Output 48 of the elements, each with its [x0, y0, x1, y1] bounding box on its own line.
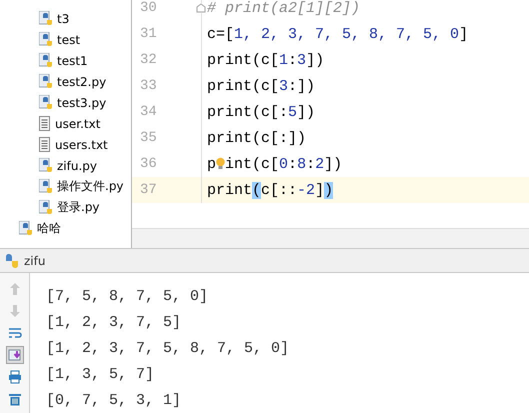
python-file-icon: [39, 10, 53, 26]
code-line: print(c[::-2]): [206, 182, 334, 198]
line-number: 31: [139, 26, 158, 42]
run-tab[interactable]: zifu: [0, 249, 52, 272]
console-output-line: [1, 2, 3, 7, 5]: [46, 313, 182, 333]
code-line: print(c[3:]): [206, 78, 316, 94]
line-number: 32: [139, 52, 158, 68]
python-file-icon: [19, 220, 33, 236]
lightbulb-icon[interactable]: [216, 156, 226, 172]
tree-item[interactable]: test1: [0, 50, 131, 71]
code-line: print(c[:]): [206, 130, 306, 146]
python-file-icon: [39, 200, 53, 216]
tree-item[interactable]: test2.py: [0, 71, 131, 92]
text-file-icon: [39, 116, 51, 131]
line-number: 36: [139, 156, 158, 172]
text-file-icon: [39, 137, 51, 152]
python-file-icon: [39, 32, 53, 48]
console-output-line: [1, 3, 5, 7]: [46, 365, 156, 385]
tree-item[interactable]: test3.py: [0, 92, 131, 113]
python-file-icon: [4, 254, 20, 268]
scroll-to-end-icon[interactable]: [6, 346, 24, 364]
python-file-icon: [39, 74, 53, 90]
line-number: 34: [139, 104, 158, 120]
tree-item[interactable]: test: [0, 29, 131, 50]
console-output-line: [0, 7, 5, 3, 1]: [46, 391, 182, 411]
tree-item[interactable]: zifu.py: [0, 155, 131, 176]
line-number: 33: [139, 78, 158, 94]
code-line: p int(c[0:8:2]): [206, 156, 342, 172]
code-line: print(c[:5]): [206, 104, 316, 120]
console-output-line: [7, 5, 8, 7, 5, 0]: [46, 287, 210, 307]
tree-item[interactable]: 操作文件.py: [0, 176, 131, 197]
python-file-icon: [39, 158, 53, 174]
python-file-icon: [39, 94, 53, 110]
fold-icon[interactable]: [196, 3, 206, 13]
tree-item[interactable]: 哈哈: [0, 218, 131, 239]
tree-item[interactable]: t3: [0, 8, 131, 29]
tree-item[interactable]: user.txt: [0, 113, 131, 134]
line-number: 35: [139, 130, 158, 146]
console-output-line: [1, 2, 3, 7, 5, 8, 7, 5, 0]: [46, 339, 290, 359]
tree-item[interactable]: 登录.py: [0, 197, 131, 218]
line-number: 37: [139, 182, 158, 198]
line-number: 30: [139, 0, 158, 16]
code-line: print(c[1:3]): [206, 52, 324, 68]
python-file-icon: [39, 178, 53, 194]
python-file-icon: [39, 52, 53, 68]
code-line: c=[1, 2, 3, 7, 5, 8, 7, 5, 0]: [206, 26, 468, 42]
tree-item[interactable]: users.txt: [0, 134, 131, 155]
code-line: # print(a2[1][2]): [206, 0, 360, 16]
